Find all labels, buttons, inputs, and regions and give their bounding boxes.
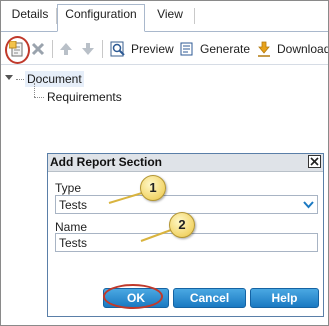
document-tree: Document Requirements [5,71,305,111]
tab-configuration[interactable]: Configuration [57,4,145,32]
name-label: Name [55,220,88,234]
arrow-up-icon [60,42,72,55]
tree-connector [34,97,44,98]
close-button[interactable] [308,155,321,168]
ok-button[interactable]: OK [103,288,169,308]
tab-divider [194,8,195,24]
preview-magnifier-icon [110,41,125,56]
tab-strip: Details Configuration View [1,1,328,32]
dialog-titlebar: Add Report Section [48,154,323,172]
download-icon [258,41,270,57]
arrow-down-icon [82,42,94,55]
callout-badge-2: 2 [169,212,195,238]
tree-node-requirements[interactable]: Requirements [45,89,124,105]
delete-icon [31,42,45,55]
generate-button[interactable]: Generate [179,33,250,64]
download-label: Download . [277,41,329,56]
tab-view[interactable]: View [147,4,193,31]
move-up-button[interactable] [59,33,73,64]
close-icon [310,157,319,166]
preview-label: Preview [131,41,174,56]
tree-connector [16,79,24,80]
tab-details[interactable]: Details [4,4,56,31]
delete-button[interactable] [31,33,45,64]
toolbar: Preview Generate Download . [1,33,328,65]
generate-label: Generate [200,41,251,56]
type-dropdown[interactable]: Tests [55,195,318,214]
add-section-button[interactable] [9,33,25,64]
toolbar-divider [102,40,103,58]
add-report-section-icon [9,40,23,56]
download-button[interactable]: Download . [256,33,329,64]
type-label: Type [55,181,82,195]
move-down-button[interactable] [81,33,95,64]
help-button[interactable]: Help [250,288,319,308]
collapse-arrow-icon[interactable] [5,75,13,80]
name-value: Tests [59,236,88,250]
preview-button[interactable]: Preview [110,33,174,64]
dialog-button-row: OK Cancel Help [48,288,323,308]
generate-document-icon [180,42,193,55]
toolbar-divider [52,40,53,58]
tree-connector [34,83,35,97]
chevron-down-icon[interactable] [303,201,314,209]
dialog-title: Add Report Section [50,155,163,169]
callout-badge-1: 1 [140,175,166,201]
cancel-button[interactable]: Cancel [173,288,246,308]
report-configuration-panel: Details Configuration View Preview Gener… [0,0,329,326]
type-value: Tests [59,198,88,212]
